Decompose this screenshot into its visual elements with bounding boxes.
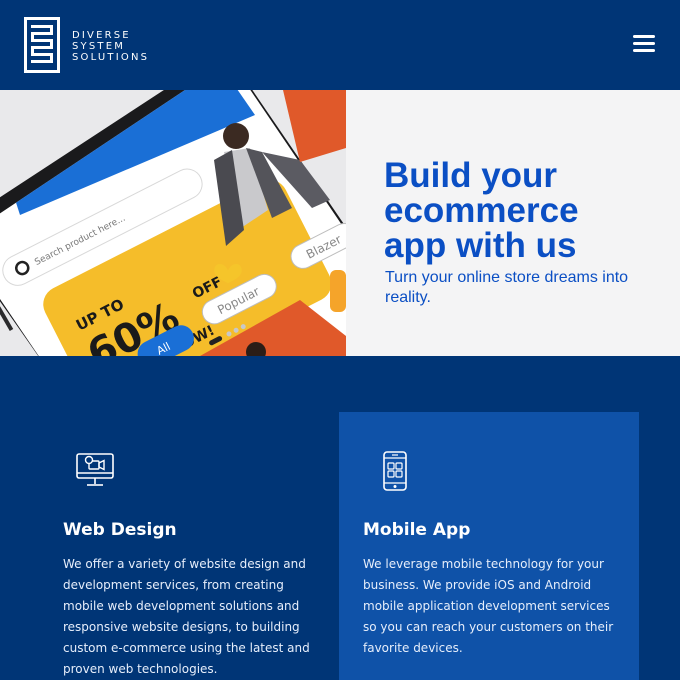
- hero-phone-image: Search product here... UP TO 60% OFF SHO…: [0, 90, 346, 356]
- brand-name[interactable]: DIVERSE SYSTEM SOLUTIONS: [72, 30, 149, 63]
- hero-section: Search product here... UP TO 60% OFF SHO…: [0, 90, 680, 356]
- mobile-phone-icon: [375, 450, 415, 494]
- brand-line-1: DIVERSE: [72, 30, 131, 41]
- hamburger-menu-icon[interactable]: [630, 35, 658, 57]
- service-text-web-design: We offer a variety of website design and…: [63, 557, 310, 676]
- hero-title-line-1: Build your: [384, 156, 558, 195]
- maze-logo-icon[interactable]: [24, 17, 60, 73]
- hero-subtitle: Turn your online store dreams into reali…: [385, 269, 629, 306]
- service-title-web-design: Web Design: [63, 520, 177, 540]
- hero-title-line-2: ecommerce: [384, 191, 579, 230]
- hero-title-line-3: app with us: [384, 226, 577, 265]
- hero-title: Build your ecommerce app with us: [384, 158, 674, 263]
- monitor-video-icon: [75, 450, 115, 494]
- hero-text-panel: Build your ecommerce app with us Turn yo…: [346, 90, 680, 356]
- services-section: Web Design We offer a variety of website…: [0, 356, 680, 680]
- brand-line-3: SOLUTIONS: [72, 52, 150, 63]
- service-card-web-design[interactable]: Web Design We offer a variety of website…: [39, 412, 339, 680]
- service-text-mobile-app: We leverage mobile technology for your b…: [363, 557, 614, 655]
- service-title-mobile-app: Mobile App: [363, 520, 471, 540]
- brand-line-2: SYSTEM: [72, 41, 126, 52]
- site-header: DIVERSE SYSTEM SOLUTIONS: [0, 0, 680, 90]
- service-card-mobile-app[interactable]: Mobile App We leverage mobile technology…: [339, 412, 639, 680]
